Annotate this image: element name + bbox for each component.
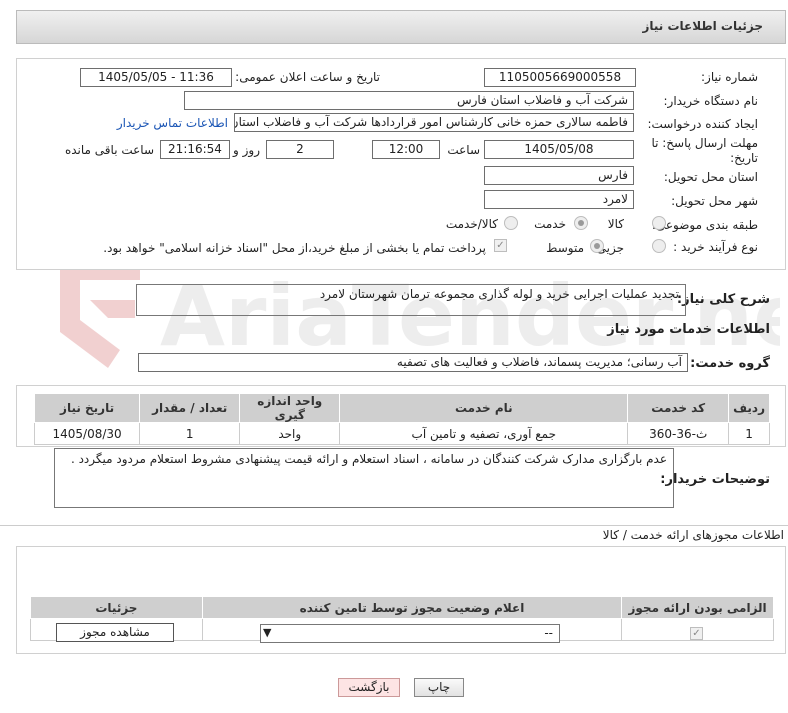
permits-title: اطلاعات مجوزهای ارائه خدمت / کالا [602,528,784,542]
buyer-notes-label: توضیحات خریدار: [660,472,770,487]
col-qty: تعداد / مقدار [139,393,241,423]
watermark-text: AriaTender.neT [160,267,780,365]
summary-label: شرح کلی نیاز: [676,292,770,307]
services-table: ردیف کد خدمت نام خدمت واحد اندازه گیری ت… [33,393,770,445]
deadline-time-field: 12:00 [372,140,440,159]
deadline-hour-label: ساعت [447,143,480,157]
col-permit-details: جزئیات [30,596,203,619]
remaining-days-field: 2 [266,140,334,159]
city-label: شهر محل تحویل: [671,194,758,208]
col-code: کد خدمت [627,393,730,423]
category-radio-goods[interactable] [652,216,666,230]
col-permit-required: الزامی بودن ارائه مجوز [621,596,774,619]
category-radio-service[interactable] [574,216,588,230]
page-header: جزئیات اطلاعات نیاز [16,10,786,44]
cell-code: ث-36-360 [627,422,730,445]
category-radio-goods-service[interactable] [504,216,518,230]
service-group-field: آب رسانی؛ مدیریت پسماند، فاضلاب و فعالیت… [138,353,688,372]
province-field: فارس [484,166,634,185]
cell-row: 1 [728,422,770,445]
divider [0,525,788,526]
col-unit: واحد اندازه گیری [239,393,341,423]
deadline-date-field: 1405/05/08 [484,140,634,159]
cell-name: جمع آوری، تصفیه و تامین آب [339,422,629,445]
province-label: استان محل تحویل: [663,170,758,184]
requester-label: ایجاد کننده درخواست: [647,117,758,131]
category-option-service: خدمت [534,217,566,231]
requester-field: فاطمه سالاری حمزه خانی کارشناس امور قرار… [234,113,634,132]
treasury-payment-checkbox[interactable]: ✓ [494,239,507,252]
summary-textarea[interactable]: تجدید عملیات اجرایی خرید و لوله گذاری مج… [136,284,686,316]
permit-status-select-value: -- [544,626,553,640]
cell-date: 1405/08/30 [33,422,141,445]
category-label: طبقه بندی موضوعی: [651,218,758,232]
cell-qty: 1 [139,422,241,445]
need-number-field: 1105005669000558 [484,68,636,87]
col-row: ردیف [728,393,770,423]
back-button[interactable]: بازگشت [338,678,400,697]
cell-unit: واحد [239,422,341,445]
remaining-time-field: 21:16:54 [160,140,230,159]
process-radio-medium[interactable] [590,239,604,253]
table-row: 1 ث-36-360 جمع آوری، تصفیه و تامین آب وا… [33,422,770,445]
deadline-label: مهلت ارسال پاسخ: تا تاریخ: [651,136,758,165]
buyer-contact-link[interactable]: اطلاعات تماس خریدار [117,116,228,130]
buyer-org-field: شرکت آب و فاضلاب استان فارس [184,91,634,110]
process-radio-minor[interactable] [652,239,666,253]
permit-required-checkbox: ✓ [690,627,703,640]
category-option-goods-service: کالا/خدمت [445,217,498,231]
treasury-payment-note: پرداخت تمام یا بخشی از مبلغ خرید،از محل … [103,241,486,255]
col-date: تاریخ نیاز [33,393,141,423]
print-button[interactable]: چاپ [414,678,464,697]
buyer-org-label: نام دستگاه خریدار: [663,94,759,108]
permit-status-select[interactable]: ▼ -- [260,624,560,643]
process-option-medium: متوسط [546,241,584,255]
announce-label: تاریخ و ساعت اعلان عمومی: [235,70,380,84]
service-group-label: گروه خدمت: [690,356,770,371]
remaining-label: ساعت باقی مانده [64,143,154,157]
city-field: لامرد [484,190,634,209]
days-label: روز و [233,143,260,157]
col-permit-status: اعلام وضعیت مجوز توسط تامین کننده [201,596,623,619]
col-name: نام خدمت [339,393,629,423]
view-permit-button[interactable]: مشاهده مجوز [56,623,174,642]
process-label: نوع فرآیند خرید : [673,240,758,254]
category-option-goods: کالا [607,217,624,231]
need-number-label: شماره نیاز: [701,70,758,84]
services-section-title: اطلاعات خدمات مورد نیاز [607,322,770,337]
buyer-notes-textarea[interactable]: عدم بارگزاری مدارک شرکت کنندگان در سامان… [54,448,674,508]
chevron-down-icon: ▼ [263,626,272,639]
announce-field: 1405/05/05 - 11:36 [80,68,232,87]
page-title: جزئیات اطلاعات نیاز [642,19,763,33]
